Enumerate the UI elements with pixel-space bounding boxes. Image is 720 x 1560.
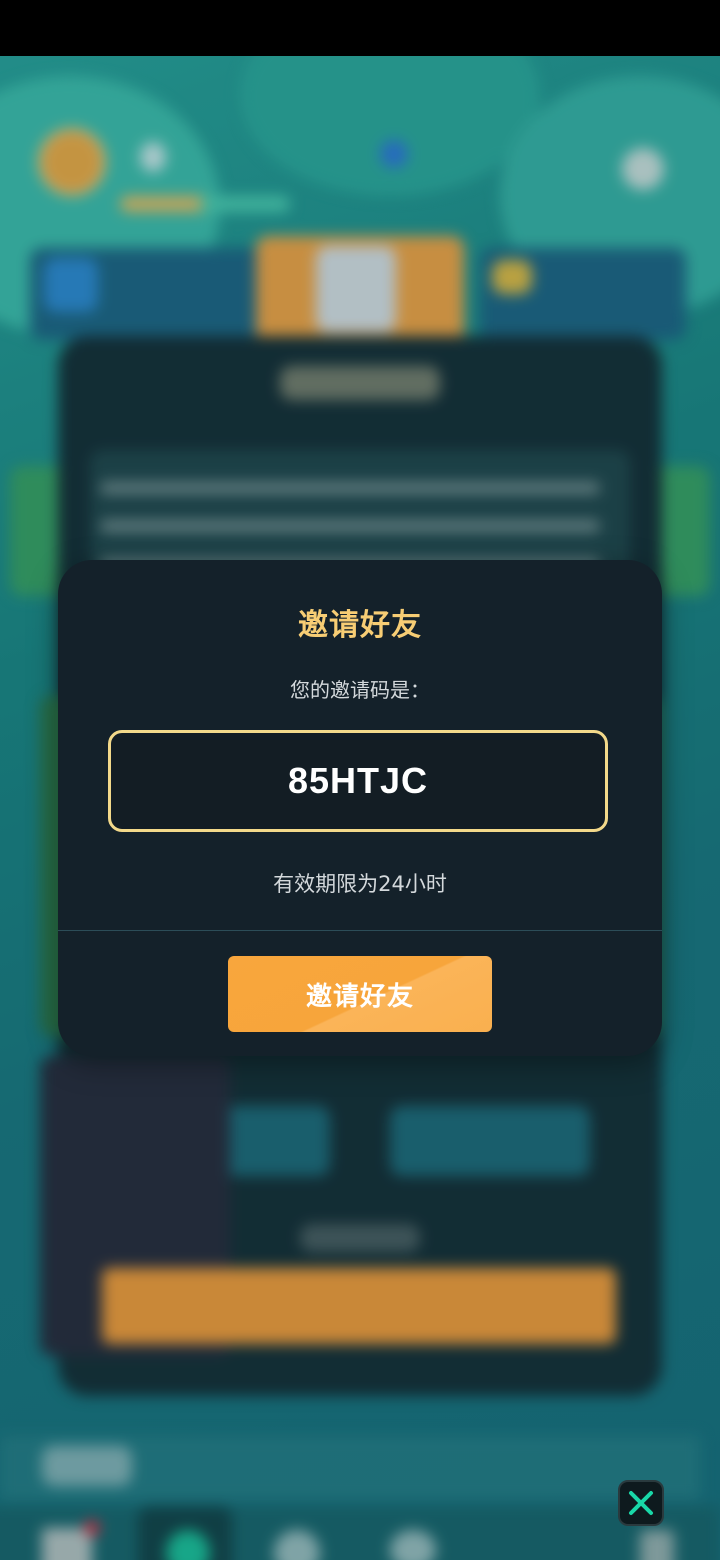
invite-code-box: 85HTJC — [108, 730, 608, 832]
dialog-title: 邀请好友 — [298, 608, 422, 643]
invite-friends-button[interactable]: 邀请好友 — [228, 956, 492, 1032]
close-icon — [629, 1491, 653, 1515]
invite-code-label: 您的邀请码是： — [290, 678, 430, 702]
status-bar — [0, 0, 720, 56]
dialog-divider — [58, 930, 662, 931]
invite-code: 85HTJC — [287, 760, 429, 801]
invite-dialog: 邀请好友 您的邀请码是： 85HTJC 有效期限为24小时 邀请好友 — [58, 560, 662, 1056]
validity-note: 有效期限为24小时 — [273, 872, 447, 896]
close-button[interactable] — [618, 1480, 664, 1526]
